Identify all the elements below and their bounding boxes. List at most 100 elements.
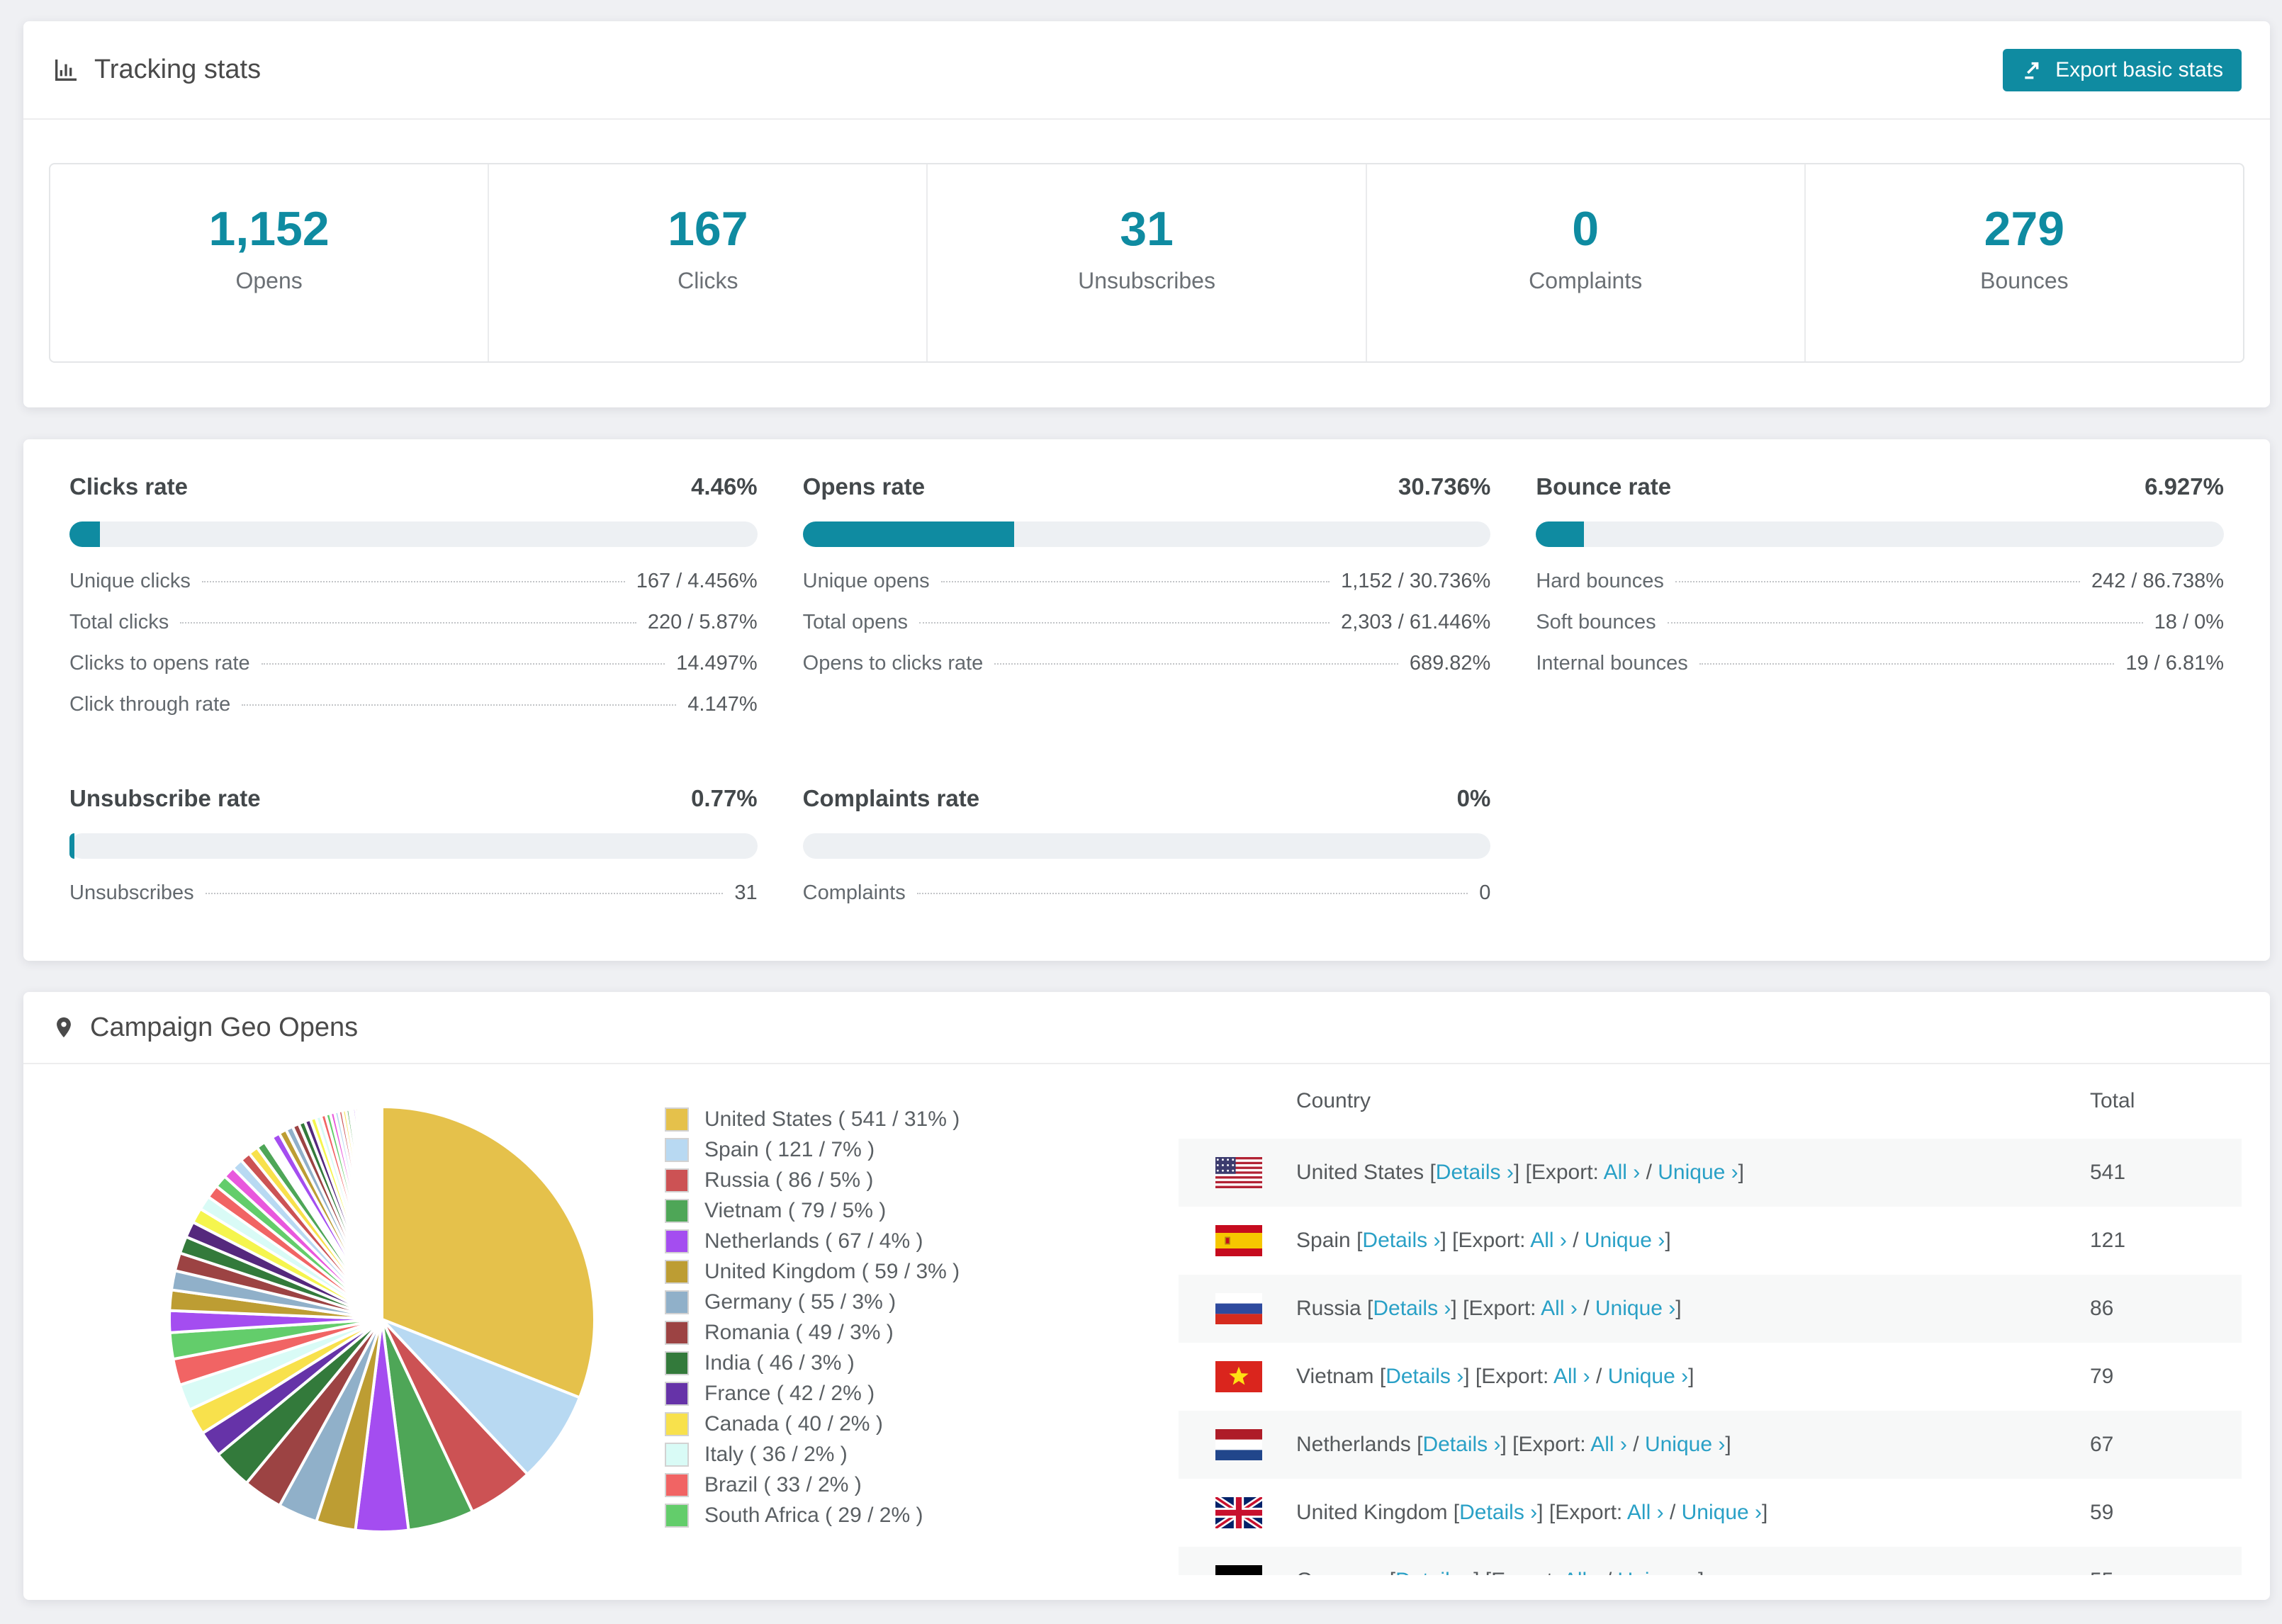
legend-label: South Africa ( 29 / 2% )	[704, 1503, 923, 1527]
rate-row-value: 1,152 / 30.736%	[1341, 570, 1491, 592]
dotted-leader	[205, 893, 724, 894]
legend-label: Canada ( 40 / 2% )	[704, 1411, 883, 1436]
page-title: Tracking stats	[94, 55, 262, 84]
total-cell: 59	[2090, 1501, 2114, 1524]
dotted-leader	[916, 893, 1468, 894]
complaints-rate-value: 0%	[1456, 785, 1491, 811]
ru-flag-icon	[1215, 1293, 1262, 1324]
export-unique-link[interactable]: Unique ›	[1658, 1161, 1738, 1184]
country-column-header: Country	[1296, 1088, 1371, 1112]
unsubscribe-rate-block: Unsubscribe rate 0.77% Unsubscribes 31	[69, 785, 758, 923]
campaign-geo-opens-card: Campaign Geo Opens United States ( 541 /…	[23, 992, 2270, 1600]
details-link[interactable]: Details ›	[1386, 1365, 1463, 1388]
legend-label: France ( 42 / 2% )	[704, 1381, 875, 1405]
bar-chart-icon	[52, 56, 80, 84]
legend-label: Brazil ( 33 / 2% )	[704, 1472, 862, 1496]
summary-label: Clicks	[678, 268, 738, 293]
unsubscribe-rate-bar	[69, 833, 758, 859]
summary-stat: 279 Bounces	[1806, 164, 2243, 361]
summary-strip: 1,152 Opens 167 Clicks 31 Unsubscribes 0…	[49, 163, 2244, 363]
rate-row-label: Soft bounces	[1536, 611, 1656, 633]
legend-label: Vietnam ( 79 / 5% )	[704, 1198, 887, 1222]
complaints-rate-bar	[802, 833, 1491, 859]
legend-label: Romania ( 49 / 3% )	[704, 1320, 894, 1344]
legend-swatch	[665, 1137, 689, 1162]
rate-row-value: 4.147%	[687, 693, 758, 716]
export-unique-link[interactable]: Unique ›	[1645, 1433, 1725, 1456]
export-unique-link[interactable]: Unique ›	[1618, 1569, 1698, 1575]
legend-item: Russia ( 86 / 5% )	[665, 1165, 960, 1195]
legend-item: United Kingdom ( 59 / 3% )	[665, 1256, 960, 1287]
export-all-link[interactable]: All ›	[1590, 1433, 1627, 1456]
country-cell: Russia [Details ›] [Export: All › / Uniq…	[1296, 1297, 1682, 1320]
legend-swatch	[665, 1472, 689, 1497]
nl-flag-icon	[1215, 1429, 1262, 1460]
summary-stat: 167 Clicks	[489, 164, 928, 361]
export-unique-link[interactable]: Unique ›	[1595, 1297, 1675, 1320]
legend-swatch	[665, 1168, 689, 1192]
summary-label: Opens	[235, 268, 303, 293]
summary-label: Bounces	[1980, 268, 2069, 293]
rate-row-value: 18 / 0%	[2154, 611, 2224, 633]
country-cell: Germany [Details ›] [Export: All › / Uni…	[1296, 1569, 2090, 1575]
map-pin-icon	[52, 1011, 76, 1044]
export-basic-stats-button[interactable]: Export basic stats	[2003, 48, 2242, 91]
de-flag-icon	[1215, 1565, 1262, 1575]
pie-slice[interactable]	[379, 1105, 383, 1321]
rate-row: Total clicks 220 / 5.87%	[69, 611, 758, 652]
rate-row-value: 0	[1479, 881, 1491, 904]
summary-stat: 1,152 Opens	[50, 164, 490, 361]
export-unique-link[interactable]: Unique ›	[1608, 1365, 1688, 1388]
clicks-rate-title: Clicks rate	[69, 473, 188, 500]
export-all-link[interactable]: All ›	[1627, 1501, 1664, 1524]
complaints-rate-block: Complaints rate 0% Complaints 0	[802, 785, 1491, 923]
legend-item: Romania ( 49 / 3% )	[665, 1317, 960, 1348]
dotted-leader	[242, 704, 677, 706]
legend-swatch	[665, 1442, 689, 1467]
export-all-link[interactable]: All ›	[1563, 1569, 1600, 1575]
opens-rate-block: Opens rate 30.736% Unique opens 1,152 / …	[802, 473, 1491, 693]
gb-flag-icon	[1215, 1497, 1262, 1528]
rate-row-label: Complaints	[802, 881, 906, 904]
bounce-rate-block: Bounce rate 6.927% Hard bounces 242 / 86…	[1536, 473, 2224, 693]
details-link[interactable]: Details ›	[1373, 1297, 1451, 1320]
details-link[interactable]: Details ›	[1459, 1501, 1537, 1524]
total-cell: 67	[2090, 1433, 2114, 1456]
export-all-link[interactable]: All ›	[1553, 1365, 1590, 1388]
legend-item: Canada ( 40 / 2% )	[665, 1409, 960, 1439]
es-flag-icon	[1215, 1225, 1262, 1256]
export-unique-link[interactable]: Unique ›	[1585, 1229, 1665, 1252]
geo-card-header: Campaign Geo Opens	[23, 992, 2270, 1064]
legend-swatch	[665, 1503, 689, 1528]
export-unique-link[interactable]: Unique ›	[1682, 1501, 1762, 1524]
total-cell: 79	[2090, 1365, 2114, 1388]
bounce-rate-title: Bounce rate	[1536, 473, 1672, 500]
total-cell: 121	[2090, 1229, 2126, 1252]
rate-row-label: Unique opens	[802, 570, 930, 592]
rate-row-value: 220 / 5.87%	[647, 611, 758, 633]
export-icon	[2021, 59, 2044, 81]
rate-row: Click through rate 4.147%	[69, 693, 758, 734]
details-link[interactable]: Details ›	[1362, 1229, 1440, 1252]
details-link[interactable]: Details ›	[1436, 1161, 1514, 1184]
legend-swatch	[665, 1107, 689, 1132]
opens-rate-value: 30.736%	[1398, 473, 1491, 500]
legend-item: Brazil ( 33 / 2% )	[665, 1470, 960, 1500]
rate-row: Hard bounces 242 / 86.738%	[1536, 570, 2224, 611]
details-link[interactable]: Details ›	[1422, 1433, 1500, 1456]
export-all-link[interactable]: All ›	[1541, 1297, 1578, 1320]
total-column-header: Total	[2090, 1088, 2135, 1112]
details-link[interactable]: Details ›	[1395, 1569, 1473, 1575]
rates-card: Clicks rate 4.46% Unique clicks 167 / 4.…	[23, 439, 2270, 961]
geo-card-title: Campaign Geo Opens	[90, 1012, 359, 1042]
export-all-link[interactable]: All ›	[1604, 1161, 1641, 1184]
summary-label: Unsubscribes	[1078, 268, 1215, 293]
legend-item: Vietnam ( 79 / 5% )	[665, 1195, 960, 1226]
country-cell: Spain [Details ›] [Export: All › / Uniqu…	[1296, 1229, 1671, 1252]
rate-row-value: 14.497%	[676, 652, 758, 675]
country-cell: United States [Details ›] [Export: All ›…	[1296, 1161, 1745, 1184]
rate-row: Clicks to opens rate 14.497%	[69, 652, 758, 693]
export-all-link[interactable]: All ›	[1530, 1229, 1567, 1252]
bounce-rate-bar	[1536, 521, 2224, 547]
legend-swatch	[665, 1411, 689, 1436]
